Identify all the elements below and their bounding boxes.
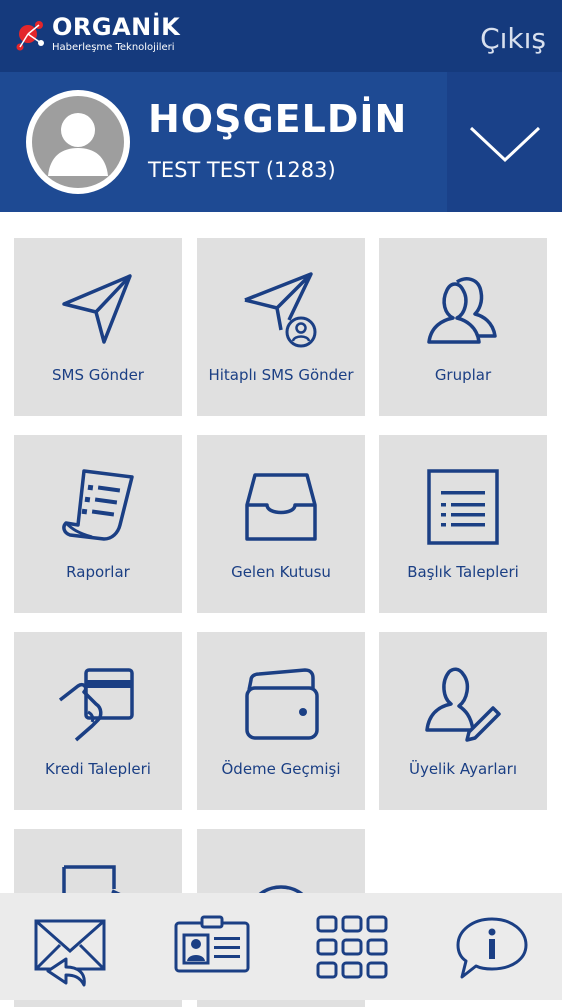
top-bar: ORGANİK Haberleşme Teknolojileri Çıkış	[0, 0, 562, 72]
contact-card-icon[interactable]	[172, 907, 252, 987]
expand-toggle[interactable]	[447, 72, 562, 212]
info-bubble-icon[interactable]	[452, 907, 532, 987]
logo-mark-icon	[16, 21, 44, 51]
menu-item-reports[interactable]: Raporlar	[14, 435, 182, 613]
menu-item-label: Gelen Kutusu	[231, 563, 331, 581]
menu-item-groups[interactable]: Gruplar	[379, 238, 547, 416]
logo-name: ORGANİK	[52, 13, 181, 41]
logout-button[interactable]: Çıkış	[480, 22, 546, 56]
welcome-title: HOŞGELDİN	[148, 97, 408, 141]
menu-item-label: Raporlar	[66, 563, 130, 581]
paper-plane-user-icon	[244, 272, 317, 348]
company-logo: ORGANİK Haberleşme Teknolojileri	[14, 12, 184, 60]
welcome-user-name: TEST TEST (1283)	[148, 158, 336, 182]
menu-item-sender-id-requests[interactable]: Başlık Talepleri	[379, 435, 547, 613]
users-icon	[427, 277, 497, 344]
menu-item-label: SMS Gönder	[52, 366, 144, 384]
menu-item-label: Gruplar	[434, 366, 492, 384]
bottom-navigation	[0, 893, 562, 1000]
report-document-icon	[62, 469, 134, 541]
menu-item-personalized-sms[interactable]: Hitaplı SMS Gönder	[197, 238, 365, 416]
menu-item-label: Üyelik Ayarları	[408, 760, 518, 778]
menu-item-label: Ödeme Geçmişi	[221, 760, 341, 778]
inbox-tray-icon	[245, 473, 317, 541]
menu-item-credit-requests[interactable]: Kredi Talepleri	[14, 632, 182, 810]
mail-reply-icon[interactable]	[30, 907, 110, 987]
menu-item-payment-history[interactable]: Ödeme Geçmişi	[197, 632, 365, 810]
paper-plane-icon	[62, 274, 132, 344]
wallet-icon	[245, 668, 319, 740]
list-document-icon	[427, 469, 499, 545]
menu-item-membership-settings[interactable]: Üyelik Ayarları	[379, 632, 547, 810]
menu-item-label: Kredi Talepleri	[45, 760, 151, 778]
user-edit-icon	[425, 667, 501, 742]
menu-item-label: Başlık Talepleri	[407, 563, 519, 581]
logo-tagline: Haberleşme Teknolojileri	[52, 42, 175, 53]
chevron-down-icon	[469, 126, 541, 163]
user-silhouette-icon	[32, 96, 124, 188]
welcome-panel: HOŞGELDİN TEST TEST (1283)	[0, 72, 562, 212]
avatar	[26, 90, 130, 194]
grid-menu-icon[interactable]	[312, 907, 392, 987]
menu-item-inbox[interactable]: Gelen Kutusu	[197, 435, 365, 613]
menu-item-sms-send[interactable]: SMS Gönder	[14, 238, 182, 416]
hand-card-icon	[58, 668, 134, 742]
menu-item-label: Hitaplı SMS Gönder	[208, 366, 354, 384]
